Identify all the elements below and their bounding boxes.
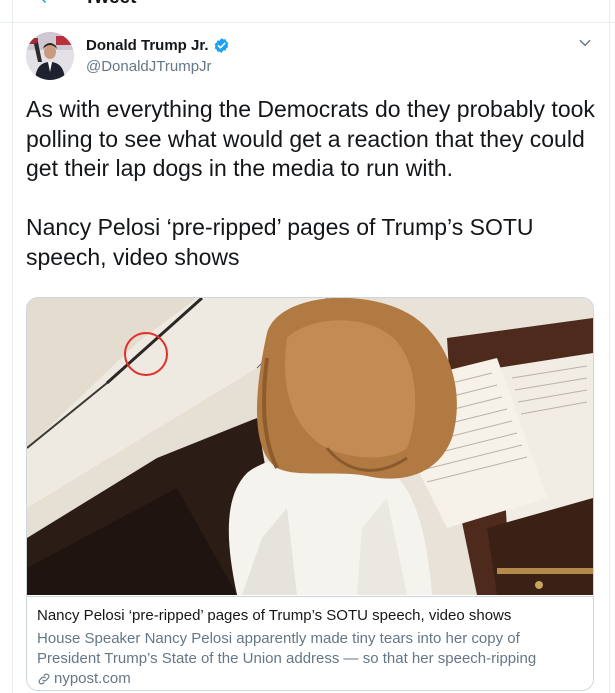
column-divider-left (12, 0, 13, 693)
card-domain[interactable]: nypost.com (37, 670, 131, 687)
page-title: Tweet (84, 0, 136, 9)
author-name[interactable]: Donald Trump Jr. (86, 37, 209, 54)
verified-badge-icon (214, 38, 228, 53)
link-icon (38, 673, 50, 684)
top-bar: Tweet (0, 0, 615, 23)
avatar-image (26, 32, 74, 80)
author-handle[interactable]: @DonaldJTrumpJr (86, 58, 212, 75)
chevron-down-icon[interactable] (578, 36, 592, 50)
card-description: House Speaker Nancy Pelosi apparently ma… (37, 630, 537, 667)
tweet-text: As with everything the Democrats do they… (26, 95, 596, 272)
link-card[interactable]: Nancy Pelosi ‘pre-ripped’ pages of Trump… (26, 297, 594, 691)
card-image (27, 298, 593, 595)
tweet-paragraph: As with everything the Democrats do they… (26, 96, 595, 181)
column-divider-right (609, 0, 610, 693)
author-name-row[interactable]: Donald Trump Jr. (86, 37, 230, 54)
avatar[interactable] (26, 32, 74, 80)
card-title[interactable]: Nancy Pelosi ‘pre-ripped’ pages of Trump… (37, 607, 511, 624)
tweet-paragraph: Nancy Pelosi ‘pre-ripped’ pages of Trump… (26, 214, 534, 270)
arrow-left-icon[interactable] (36, 0, 54, 6)
card-body[interactable]: Nancy Pelosi ‘pre-ripped’ pages of Trump… (27, 596, 593, 690)
card-domain-text[interactable]: nypost.com (54, 670, 131, 687)
